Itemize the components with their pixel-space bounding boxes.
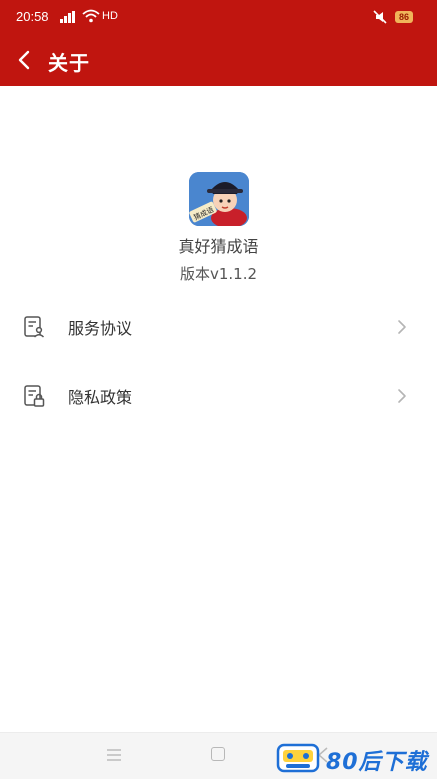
app-name: 真好猜成语 — [178, 237, 259, 256]
chevron-left-icon[interactable] — [14, 49, 36, 71]
menu-icon[interactable] — [106, 748, 122, 762]
menu-item-service-agreement[interactable]: 服务协议 — [0, 297, 437, 357]
menu-item-label: 服务协议 — [68, 319, 133, 338]
chevron-right-icon — [398, 320, 406, 334]
app-version: 版本v1.1.2 — [179, 265, 258, 283]
document-lock-icon — [24, 385, 45, 407]
network-label: HD — [102, 10, 118, 22]
app-logo-illustration: 猜成语 — [189, 172, 249, 226]
signal-icon — [60, 11, 75, 23]
mute-icon — [373, 10, 387, 24]
wifi-icon — [82, 9, 100, 23]
app-bar: 关于 — [0, 34, 437, 86]
status-bar: 20:58 HD 86 — [0, 0, 437, 34]
document-user-icon — [24, 316, 45, 338]
home-icon[interactable] — [211, 747, 225, 761]
chevron-right-icon — [398, 389, 406, 403]
status-time: 20:58 — [16, 9, 49, 24]
menu-item-privacy-policy[interactable]: 隐私政策 — [0, 366, 437, 426]
battery-icon: 86 — [395, 11, 414, 23]
watermark-text: 80后下载 — [326, 750, 428, 775]
menu-item-label: 隐私政策 — [68, 388, 133, 407]
app-logo: 猜成语 — [189, 172, 249, 226]
page-title: 关于 — [48, 51, 90, 75]
watermark-logo — [276, 743, 320, 773]
